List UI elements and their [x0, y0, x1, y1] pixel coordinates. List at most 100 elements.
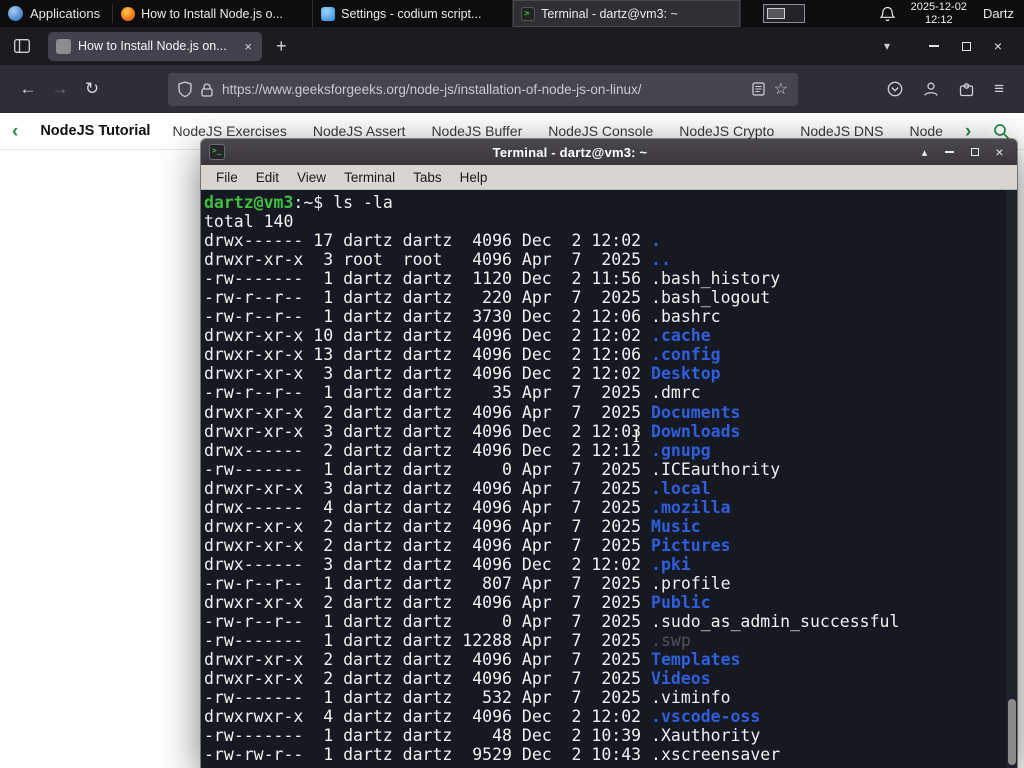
gfg-nav-link[interactable]: NodeJS Console: [548, 123, 653, 139]
file-attributes: drwxr-xr-x 10 dartz dartz 4096 Dec 2 12:…: [204, 326, 652, 346]
back-button[interactable]: ←: [12, 73, 44, 105]
forward-button[interactable]: →: [44, 73, 76, 105]
bookmark-star-icon[interactable]: ☆: [774, 79, 788, 99]
file-attributes: -rw------- 1 dartz dartz 0 Apr 7 2025: [204, 459, 652, 479]
gfg-nav-link[interactable]: NodeJS Crypto: [679, 123, 774, 139]
file-name: .: [651, 231, 661, 251]
file-name: .xscreensaver: [651, 745, 781, 765]
applications-icon: [8, 6, 23, 21]
file-attributes: drwxr-xr-x 3 dartz dartz 4096 Dec 2 12:0…: [204, 421, 652, 441]
panel-window-title: How to Install Node.js o...: [141, 6, 283, 21]
lock-icon[interactable]: [201, 82, 213, 97]
gfg-primary-link[interactable]: NodeJS Tutorial: [40, 123, 150, 139]
file-attributes: drwxr-xr-x 2 dartz dartz 4096 Apr 7 2025: [204, 402, 652, 422]
file-attributes: drwxr-xr-x 2 dartz dartz 4096 Apr 7 2025: [204, 535, 652, 555]
menu-edit[interactable]: Edit: [247, 165, 288, 190]
tab-close-icon[interactable]: ×: [242, 39, 254, 54]
menu-terminal[interactable]: Terminal: [335, 165, 404, 190]
file-attributes: -rw------- 1 dartz dartz 12288 Apr 7 202…: [204, 631, 652, 651]
browser-minimize-button[interactable]: [918, 27, 950, 65]
terminal-output-line: -rw-r--r-- 1 dartz dartz 807 Apr 7 2025 …: [204, 574, 1017, 593]
terminal-output-line: drwxr-xr-x 3 dartz dartz 4096 Dec 2 12:0…: [204, 364, 1017, 383]
panel-user-label: Dartz: [982, 6, 1014, 21]
tracking-shield-icon[interactable]: [178, 81, 192, 97]
menu-tabs[interactable]: Tabs: [404, 165, 451, 190]
workspace-pager[interactable]: [763, 4, 806, 23]
gfg-search-icon[interactable]: [993, 123, 1010, 140]
browser-close-button[interactable]: ×: [982, 27, 1014, 65]
gfg-nav-link[interactable]: NodeJS Buffer: [431, 123, 522, 139]
notification-bell-icon[interactable]: [879, 6, 895, 22]
terminal-icon: [521, 6, 536, 21]
panel-window-button[interactable]: Terminal - dartz@vm3: ~: [513, 0, 742, 27]
clock-date: 2025-12-02: [910, 1, 967, 13]
menu-view[interactable]: View: [288, 165, 335, 190]
browser-tab[interactable]: How to Install Node.js on... ×: [48, 31, 262, 61]
prompt-user-host: dartz@vm3: [204, 193, 294, 212]
applications-menu-button[interactable]: Applications: [0, 0, 112, 27]
tab-title: How to Install Node.js on...: [78, 39, 227, 53]
file-attributes: -rw-r--r-- 1 dartz dartz 3730 Dec 2 12:0…: [204, 307, 652, 327]
gfg-nav-right: › Sign In: [965, 122, 1024, 141]
terminal-output-line: drwxr-xr-x 2 dartz dartz 4096 Apr 7 2025…: [204, 536, 1017, 555]
url-text[interactable]: https://www.geeksforgeeks.org/node-js/in…: [222, 82, 743, 97]
file-name: .cache: [651, 326, 711, 346]
browser-maximize-button[interactable]: [950, 27, 982, 65]
file-name: Downloads: [651, 421, 741, 441]
url-bar[interactable]: https://www.geeksforgeeks.org/node-js/in…: [168, 72, 798, 106]
file-name: .sudo_as_admin_successful: [651, 612, 900, 632]
terminal-output-line: drwxr-xr-x 2 dartz dartz 4096 Apr 7 2025…: [204, 669, 1017, 688]
firefox-view-icon[interactable]: [14, 39, 30, 53]
gfg-nav-link[interactable]: NodeJS DNS: [800, 123, 883, 139]
panel-window-button[interactable]: How to Install Node.js o...: [113, 0, 314, 27]
account-icon[interactable]: [923, 81, 939, 97]
file-name: .bash_logout: [651, 288, 771, 308]
terminal-maximize-button[interactable]: [965, 143, 984, 162]
terminal-scrollbar[interactable]: [1006, 190, 1017, 768]
file-attributes: -rw-rw-r-- 1 dartz dartz 9529 Dec 2 10:4…: [204, 745, 652, 765]
file-name: .viminfo: [651, 688, 731, 708]
hamburger-menu-icon[interactable]: ≡: [994, 79, 1004, 99]
save-to-pocket-icon[interactable]: [887, 81, 903, 97]
browser-toolbar: ← → ↻ https://www.geeksforgeeks.org/node…: [0, 65, 1024, 113]
file-name: ..: [651, 250, 671, 270]
terminal-minimize-button[interactable]: [940, 143, 959, 162]
file-attributes: drwxr-xr-x 13 dartz dartz 4096 Dec 2 12:…: [204, 345, 652, 365]
terminal-close-button[interactable]: ×: [990, 143, 1009, 162]
terminal-shade-button[interactable]: ▴: [915, 143, 934, 162]
file-attributes: drwxr-xr-x 3 dartz dartz 4096 Dec 2 12:0…: [204, 364, 652, 384]
terminal-output-line: drwxr-xr-x 2 dartz dartz 4096 Apr 7 2025…: [204, 517, 1017, 536]
file-attributes: -rw-r--r-- 1 dartz dartz 807 Apr 7 2025: [204, 573, 652, 593]
file-name: .config: [651, 345, 721, 365]
scrollbar-thumb[interactable]: [1007, 699, 1016, 765]
panel-window-title: Terminal - dartz@vm3: ~: [541, 6, 678, 21]
page-favicon-icon: [56, 38, 71, 54]
extensions-icon[interactable]: [959, 82, 974, 97]
terminal-screen[interactable]: dartz@vm3:~$ ls -la total 140 drwx------…: [201, 190, 1017, 768]
file-name: Pictures: [651, 535, 731, 555]
reload-button[interactable]: ↻: [76, 73, 108, 105]
new-tab-button[interactable]: +: [276, 36, 287, 57]
file-attributes: drwxr-xr-x 2 dartz dartz 4096 Apr 7 2025: [204, 592, 652, 612]
file-name: .Xauthority: [651, 726, 761, 746]
tabs-dropdown-icon[interactable]: ▾: [884, 39, 890, 53]
panel-right-area: 2025-12-02 12:12 Dartz: [879, 0, 1024, 27]
reader-mode-icon[interactable]: [752, 82, 765, 96]
file-attributes: -rw-r--r-- 1 dartz dartz 35 Apr 7 2025: [204, 383, 652, 403]
menu-file[interactable]: File: [207, 165, 247, 190]
menu-help[interactable]: Help: [451, 165, 497, 190]
gfg-nav-link[interactable]: Node: [910, 123, 943, 139]
gfg-nav-link[interactable]: NodeJS Exercises: [172, 123, 286, 139]
panel-window-button[interactable]: Settings - codium script...: [313, 0, 514, 27]
nav-scroll-left-icon[interactable]: ‹: [12, 122, 18, 141]
file-name: Music: [651, 516, 701, 536]
terminal-app-icon: [209, 144, 225, 160]
gfg-nav-link[interactable]: NodeJS Assert: [313, 123, 406, 139]
file-name: .bash_history: [651, 269, 781, 289]
terminal-output-line: drwxr-xr-x 3 dartz dartz 4096 Dec 2 12:0…: [204, 422, 1017, 441]
panel-clock[interactable]: 2025-12-02 12:12: [911, 1, 967, 26]
file-name: .local: [651, 478, 711, 498]
terminal-titlebar[interactable]: Terminal - dartz@vm3: ~ ▴ ×: [201, 139, 1017, 165]
file-attributes: drwxr-xr-x 2 dartz dartz 4096 Apr 7 2025: [204, 669, 652, 689]
nav-scroll-right-icon[interactable]: ›: [965, 122, 971, 141]
